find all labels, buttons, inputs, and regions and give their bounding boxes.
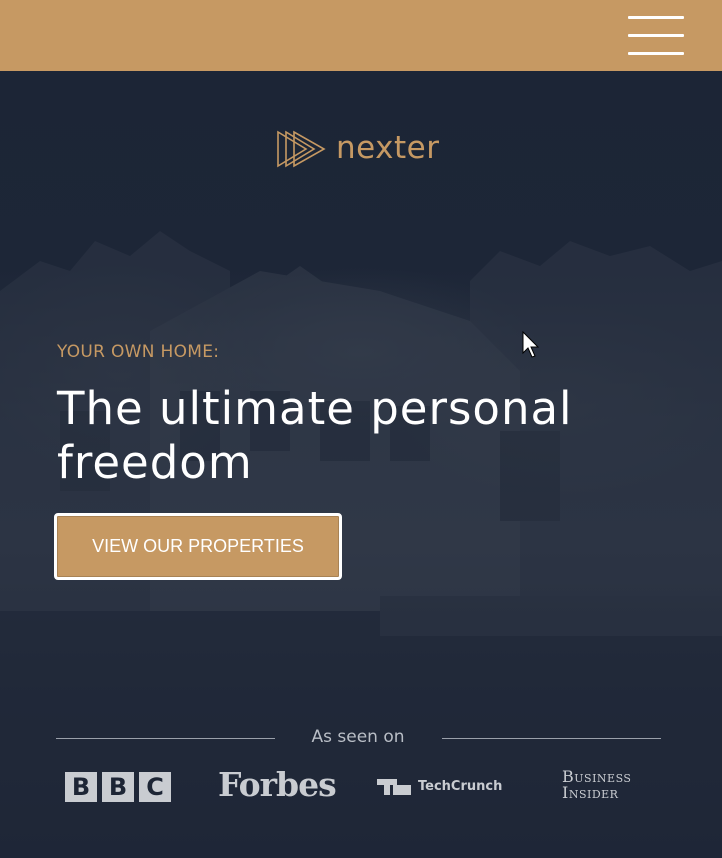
menu-line	[628, 52, 684, 55]
bbc-logo: B B C	[65, 772, 171, 802]
bbc-letter: B	[65, 772, 97, 802]
menu-line	[628, 16, 684, 19]
business-insider-logo: Business Insider	[562, 769, 642, 801]
logo-text: nexter	[336, 130, 440, 166]
top-bar	[0, 0, 722, 71]
hero-headline: The ultimate personal freedom	[57, 382, 573, 489]
menu-line	[628, 34, 684, 37]
hero-section: nexter YOUR OWN HOME: The ultimate perso…	[0, 71, 722, 858]
divider-right	[442, 738, 661, 739]
divider-left	[56, 738, 275, 739]
triple-play-triangle-icon	[277, 130, 326, 168]
mouse-cursor-icon	[522, 331, 540, 358]
view-properties-button[interactable]: VIEW OUR PROPERTIES	[54, 513, 342, 580]
nexter-logo[interactable]: nexter	[276, 130, 446, 170]
bbc-letter: B	[102, 772, 134, 802]
hero-eyebrow: YOUR OWN HOME:	[57, 342, 220, 362]
hamburger-menu-icon[interactable]	[628, 14, 686, 56]
forbes-logo: Forbes	[218, 765, 337, 804]
business-insider-line2: Insider	[562, 783, 619, 802]
techcrunch-wordmark: TechCrunch	[418, 779, 503, 794]
techcrunch-icon	[377, 779, 411, 795]
bbc-letter: C	[139, 772, 171, 802]
as-seen-on-label: As seen on	[311, 727, 405, 747]
